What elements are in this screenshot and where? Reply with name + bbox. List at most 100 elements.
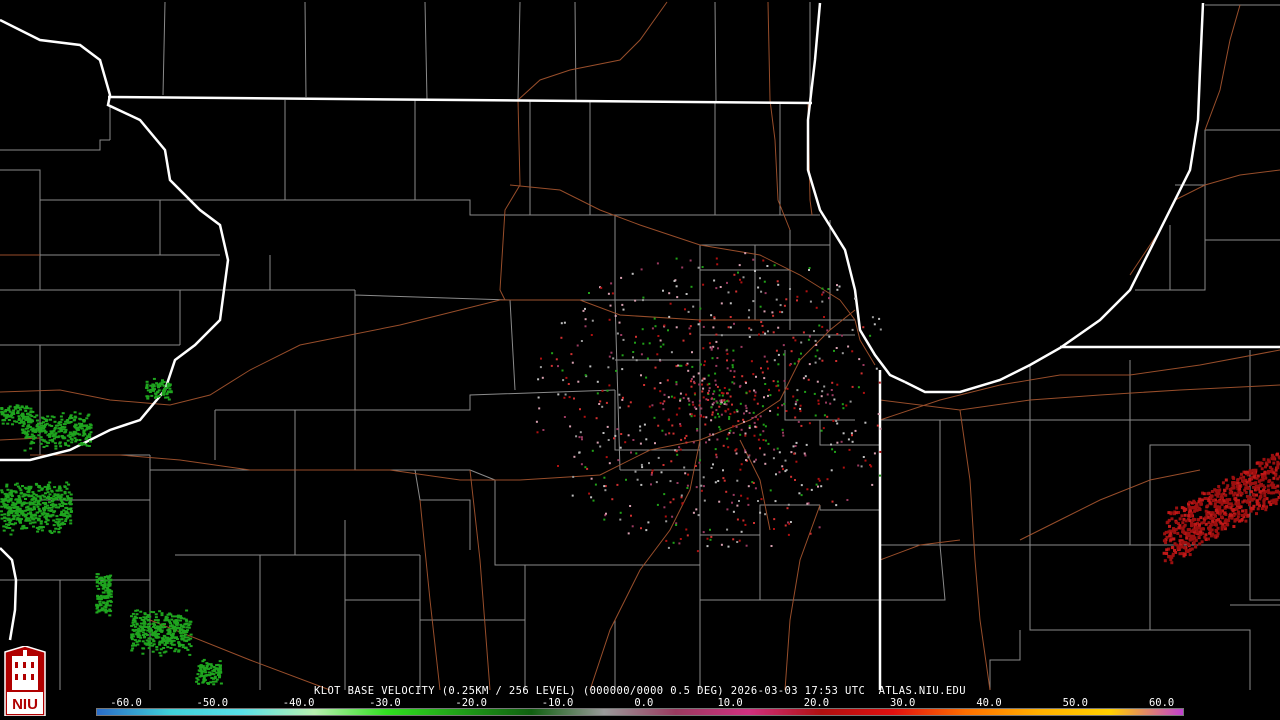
radar-echo-pixel (797, 420, 800, 423)
radar-echo-pixel (53, 510, 57, 513)
radar-echo-pixel (817, 402, 820, 405)
radar-echo-pixel (155, 646, 159, 648)
radar-echo-pixel (584, 307, 586, 310)
radar-echo-pixel (659, 382, 662, 384)
radar-echo-pixel (1172, 527, 1175, 531)
radar-echo-pixel (668, 292, 671, 295)
radar-echo-pixel (42, 439, 46, 442)
radar-echo-pixel (0, 513, 4, 516)
radar-echo-pixel (62, 423, 66, 426)
radar-echo-pixel (575, 435, 578, 438)
radar-echo-pixel (656, 353, 659, 356)
radar-echo-pixel (95, 580, 99, 583)
radar-echo-pixel (181, 644, 185, 646)
radar-echo-pixel (702, 347, 705, 350)
radar-echo-pixel (171, 634, 175, 637)
radar-echo-pixel (163, 388, 167, 391)
radar-echo-pixel (663, 393, 666, 396)
radar-echo-pixel (753, 460, 756, 463)
radar-echo-pixel (634, 470, 637, 473)
radar-echo-pixel (688, 327, 691, 330)
radar-echo-pixel (1236, 518, 1239, 522)
radar-echo-pixel (1170, 561, 1174, 565)
radar-echo-pixel (1255, 502, 1259, 506)
radar-echo-pixel (723, 479, 726, 482)
radar-echo-pixel (606, 425, 609, 428)
radar-echo-pixel (44, 430, 48, 433)
radar-echo-pixel (84, 443, 88, 446)
radar-echo-pixel (560, 336, 563, 339)
radar-echo-pixel (804, 375, 807, 378)
radar-echo-pixel (851, 440, 854, 443)
radar-echo-pixel (738, 539, 741, 542)
radar-echo-pixel (697, 266, 700, 269)
radar-echo-pixel (164, 650, 168, 653)
radar-echo-pixel (1211, 519, 1215, 523)
radar-echo-pixel (18, 520, 22, 523)
radar-echo-pixel (608, 355, 611, 358)
radar-echo-pixel (608, 384, 611, 387)
radar-echo-pixel (726, 508, 729, 511)
radar-echo-pixel (69, 519, 73, 522)
radar-echo-pixel (772, 314, 775, 317)
radar-echo-pixel (1260, 467, 1264, 471)
radar-echo-pixel (715, 409, 718, 412)
radar-echo-pixel (818, 324, 821, 327)
radar-echo-pixel (197, 669, 201, 672)
radar-echo-pixel (713, 390, 716, 393)
radar-echo-pixel (731, 364, 734, 367)
radar-echo-pixel (815, 344, 818, 346)
radar-echo-pixel (1221, 496, 1224, 500)
radar-echo-pixel (625, 478, 627, 481)
radar-echo-pixel (771, 311, 774, 314)
radar-echo-pixel (744, 404, 747, 407)
radar-echo-pixel (1178, 517, 1182, 521)
radar-echo-pixel (712, 463, 714, 466)
radar-echo-pixel (9, 493, 13, 496)
radar-echo-pixel (729, 302, 732, 305)
radar-echo-pixel (188, 653, 192, 656)
radar-echo-pixel (651, 469, 654, 472)
radar-echo-pixel (724, 401, 726, 404)
radar-echo-pixel (841, 403, 844, 406)
radar-echo-pixel (679, 392, 682, 395)
radar-echo-pixel (775, 385, 778, 388)
radar-echo-pixel (632, 351, 635, 353)
radar-echo-pixel (154, 613, 158, 616)
radar-echo-pixel (841, 334, 843, 337)
radar-echo-pixel (6, 514, 10, 517)
radar-echo-pixel (680, 494, 683, 497)
radar-echo-pixel (788, 364, 791, 367)
radar-echo-pixel (769, 489, 772, 492)
radar-echo-pixel (103, 582, 107, 585)
radar-echo-pixel (1231, 509, 1235, 513)
radar-echo-pixel (693, 414, 696, 417)
radar-echo-pixel (806, 502, 809, 505)
radar-echo-pixel (737, 271, 739, 274)
radar-echo-pixel (740, 281, 743, 284)
radar-echo-pixel (137, 630, 141, 633)
radar-echo-pixel (745, 381, 747, 384)
radar-echo-pixel (32, 496, 36, 499)
radar-echo-pixel (682, 397, 685, 400)
radar-echo-pixel (647, 521, 650, 524)
radar-echo-pixel (64, 518, 68, 521)
radar-echo-pixel (826, 329, 829, 332)
radar-echo-pixel (98, 600, 102, 603)
radar-echo-pixel (53, 420, 57, 423)
radar-echo-pixel (24, 498, 27, 500)
radar-echo-pixel (620, 433, 623, 435)
radar-echo-pixel (869, 334, 872, 337)
radar-echo-pixel (707, 374, 710, 377)
radar-echo-pixel (748, 412, 751, 414)
radar-echo-pixel (862, 326, 865, 329)
radar-echo-pixel (105, 589, 109, 592)
radar-echo-pixel (1188, 519, 1192, 523)
radar-echo-pixel (778, 451, 781, 454)
radar-echo-pixel (75, 438, 79, 441)
radar-echo-pixel (48, 506, 51, 509)
radar-echo-pixel (54, 504, 58, 507)
radar-echo-pixel (1239, 476, 1243, 480)
radar-echo-pixel (3, 513, 7, 516)
radar-echo-pixel (45, 497, 49, 499)
